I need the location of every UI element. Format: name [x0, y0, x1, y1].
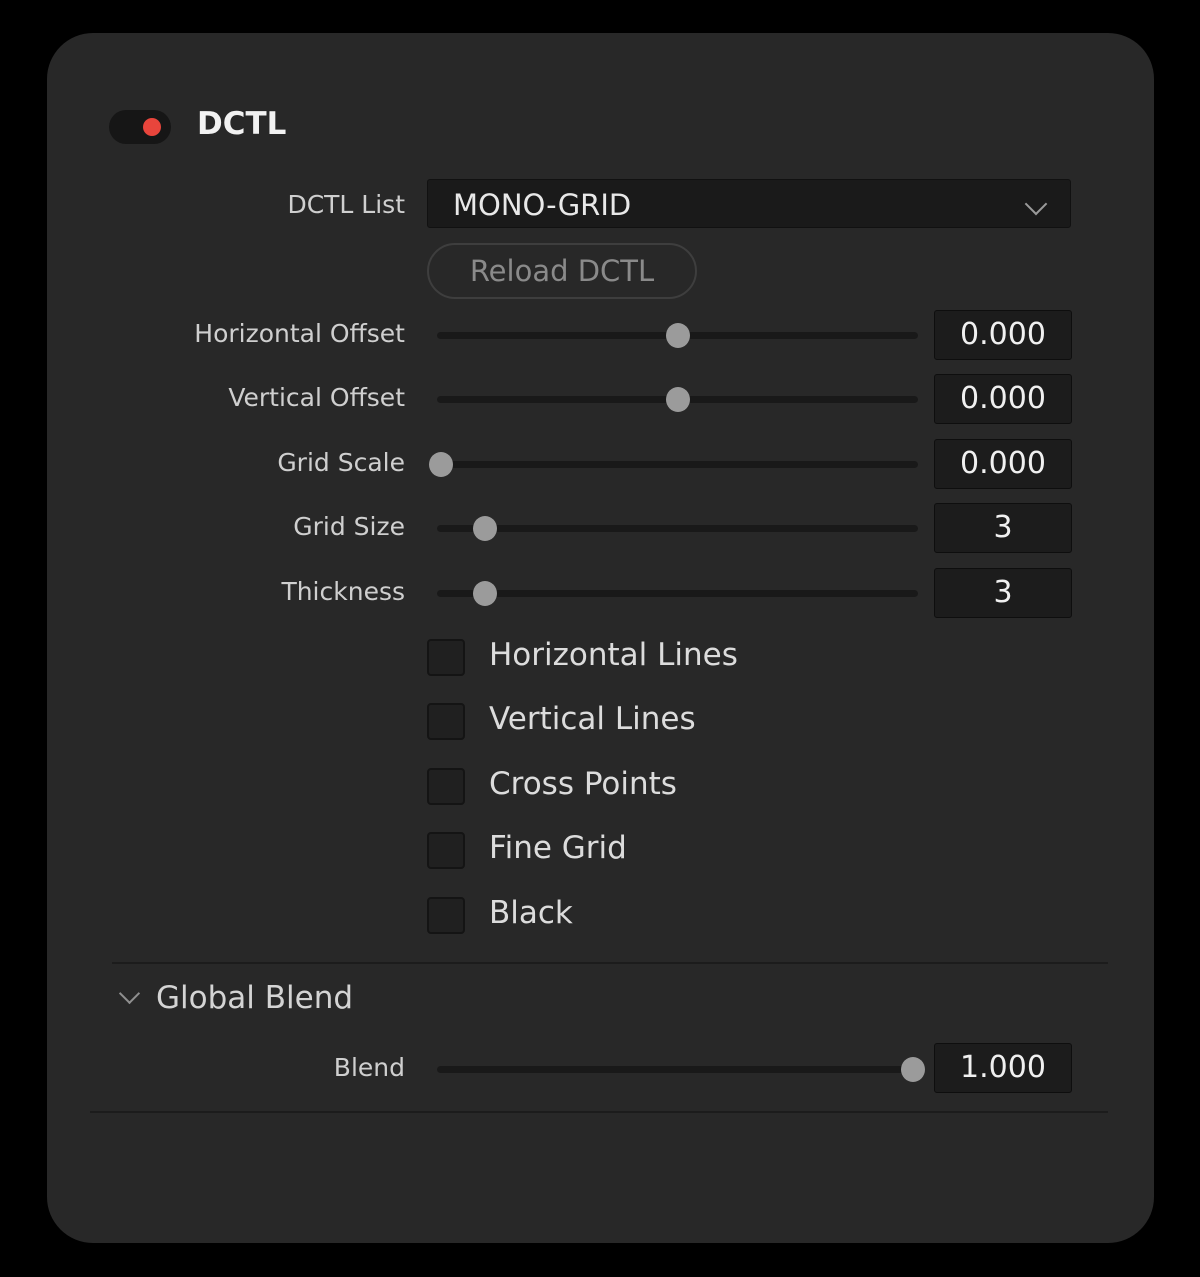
vertical-lines-checkbox[interactable] — [427, 703, 465, 740]
panel-title: DCTL — [197, 106, 287, 142]
black-label[interactable]: Black — [489, 895, 573, 931]
global-blend-header[interactable]: Global Blend — [156, 980, 353, 1016]
dctl-list-value: MONO-GRID — [453, 188, 632, 222]
dctl-list-label: DCTL List — [287, 190, 405, 219]
blend-slider[interactable] — [437, 1057, 926, 1082]
grid-scale-value-field[interactable]: 0.000 — [934, 439, 1072, 489]
horizontal-lines-checkbox[interactable] — [427, 639, 465, 676]
section-divider-bottom — [90, 1111, 1108, 1113]
grid-scale-slider-thumb[interactable] — [429, 452, 453, 477]
blend-label: Blend — [333, 1053, 405, 1082]
grid-size-value-field[interactable]: 3 — [934, 503, 1072, 553]
blend-value-field[interactable]: 1.000 — [934, 1043, 1072, 1093]
fine-grid-label[interactable]: Fine Grid — [489, 830, 627, 866]
grid-scale-label: Grid Scale — [277, 448, 405, 477]
grid-size-label: Grid Size — [293, 512, 405, 541]
thickness-label: Thickness — [281, 577, 405, 606]
cross-points-checkbox[interactable] — [427, 768, 465, 805]
fine-grid-checkbox[interactable] — [427, 832, 465, 869]
section-divider — [112, 962, 1108, 964]
grid-size-slider-thumb[interactable] — [473, 516, 498, 541]
vertical-offset-value-field[interactable]: 0.000 — [934, 374, 1072, 424]
grid-scale-slider[interactable] — [429, 452, 918, 477]
horizontal-offset-slider-thumb[interactable] — [665, 323, 690, 348]
dctl-list-dropdown[interactable]: MONO-GRID — [427, 179, 1071, 228]
vertical-offset-slider[interactable] — [437, 387, 918, 412]
grid-size-slider[interactable] — [437, 516, 918, 541]
horizontal-offset-label: Horizontal Offset — [194, 319, 405, 348]
thickness-value-field[interactable]: 3 — [934, 568, 1072, 618]
vertical-offset-label: Vertical Offset — [228, 383, 405, 412]
horizontal-offset-value-field[interactable]: 0.000 — [934, 310, 1072, 360]
thickness-slider[interactable] — [437, 581, 918, 606]
vertical-offset-slider-thumb[interactable] — [665, 387, 690, 412]
reload-dctl-button[interactable]: Reload DCTL — [427, 243, 697, 299]
enable-toggle[interactable] — [109, 110, 171, 144]
chevron-down-icon — [1024, 192, 1048, 216]
horizontal-offset-slider[interactable] — [437, 323, 918, 348]
cross-points-label[interactable]: Cross Points — [489, 766, 677, 802]
toggle-indicator-icon — [143, 118, 161, 136]
black-checkbox[interactable] — [427, 897, 465, 934]
thickness-slider-thumb[interactable] — [473, 581, 498, 606]
horizontal-lines-label[interactable]: Horizontal Lines — [489, 637, 738, 673]
vertical-lines-label[interactable]: Vertical Lines — [489, 701, 696, 737]
